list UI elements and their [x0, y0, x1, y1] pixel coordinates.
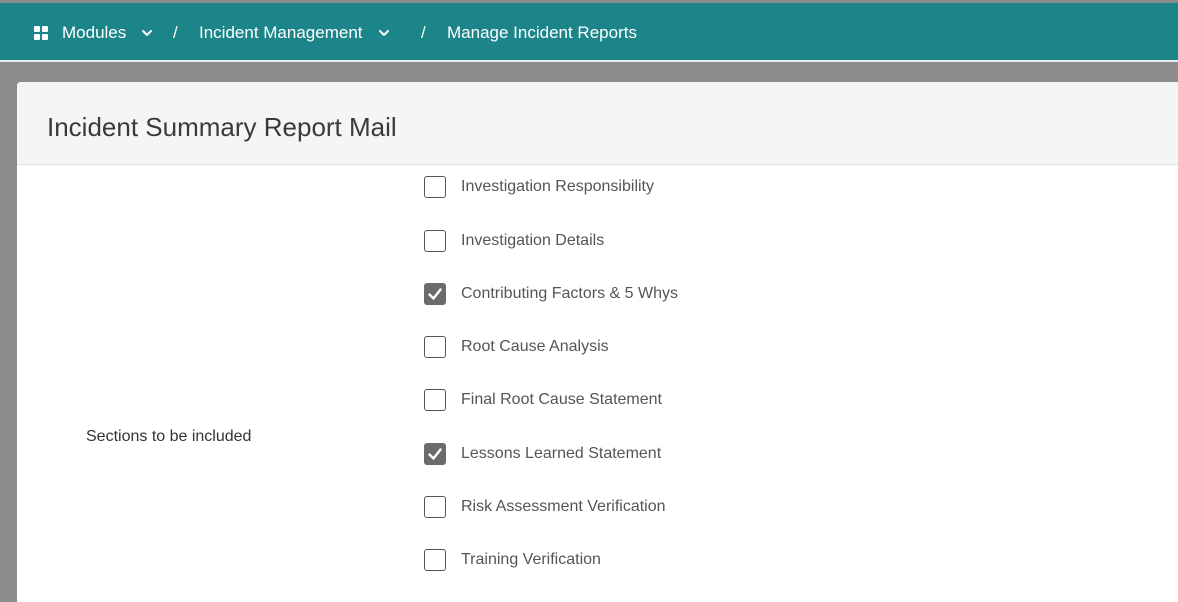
breadcrumb-incident-management[interactable]: Incident Management — [199, 3, 391, 62]
page-title: Incident Summary Report Mail — [47, 112, 397, 142]
chevron-down-icon[interactable] — [377, 26, 391, 40]
breadcrumb-modules-label[interactable]: Modules — [62, 23, 126, 43]
option-contributing-factors[interactable]: Contributing Factors & 5 Whys — [424, 281, 678, 307]
option-label[interactable]: Root Cause Analysis — [461, 338, 609, 356]
checkbox[interactable] — [424, 176, 446, 198]
option-label[interactable]: Lessons Learned Statement — [461, 445, 661, 463]
option-lessons-learned-statement[interactable]: Lessons Learned Statement — [424, 441, 661, 467]
checkmark-icon — [428, 448, 442, 460]
checkbox[interactable] — [424, 549, 446, 571]
checkbox-checked[interactable] — [424, 283, 446, 305]
top-navigation-bar: Modules / Incident Management / Manage I… — [0, 3, 1178, 62]
option-label[interactable]: Contributing Factors & 5 Whys — [461, 285, 678, 303]
breadcrumb-separator: / — [173, 22, 178, 42]
option-label[interactable]: Risk Assessment Verification — [461, 498, 666, 516]
card-header: Incident Summary Report Mail — [17, 82, 1178, 165]
option-investigation-details[interactable]: Investigation Details — [424, 228, 604, 254]
option-label[interactable]: Final Root Cause Statement — [461, 391, 662, 409]
checkbox[interactable] — [424, 336, 446, 358]
checkbox-checked[interactable] — [424, 443, 446, 465]
breadcrumb-incident-management-label[interactable]: Incident Management — [199, 23, 363, 43]
option-risk-assessment-verification[interactable]: Risk Assessment Verification — [424, 494, 666, 520]
option-label[interactable]: Investigation Responsibility — [461, 178, 654, 196]
chevron-down-icon[interactable] — [140, 26, 154, 40]
option-training-verification[interactable]: Training Verification — [424, 547, 601, 573]
breadcrumb-modules[interactable]: Modules — [62, 3, 154, 62]
modules-grid-icon[interactable] — [34, 26, 48, 40]
checkbox[interactable] — [424, 230, 446, 252]
breadcrumb-separator: / — [421, 22, 426, 42]
sections-label: Sections to be included — [86, 428, 252, 445]
option-root-cause-analysis[interactable]: Root Cause Analysis — [424, 334, 609, 360]
breadcrumb-manage-incident-reports: Manage Incident Reports — [447, 22, 637, 42]
option-investigation-responsibility[interactable]: Investigation Responsibility — [424, 174, 654, 200]
report-mail-card: Incident Summary Report Mail Sections to… — [17, 82, 1178, 602]
option-label[interactable]: Training Verification — [461, 551, 601, 569]
checkbox[interactable] — [424, 389, 446, 411]
option-label[interactable]: Investigation Details — [461, 232, 604, 250]
option-final-root-cause-statement[interactable]: Final Root Cause Statement — [424, 387, 662, 413]
checkmark-icon — [428, 288, 442, 300]
checkbox[interactable] — [424, 496, 446, 518]
